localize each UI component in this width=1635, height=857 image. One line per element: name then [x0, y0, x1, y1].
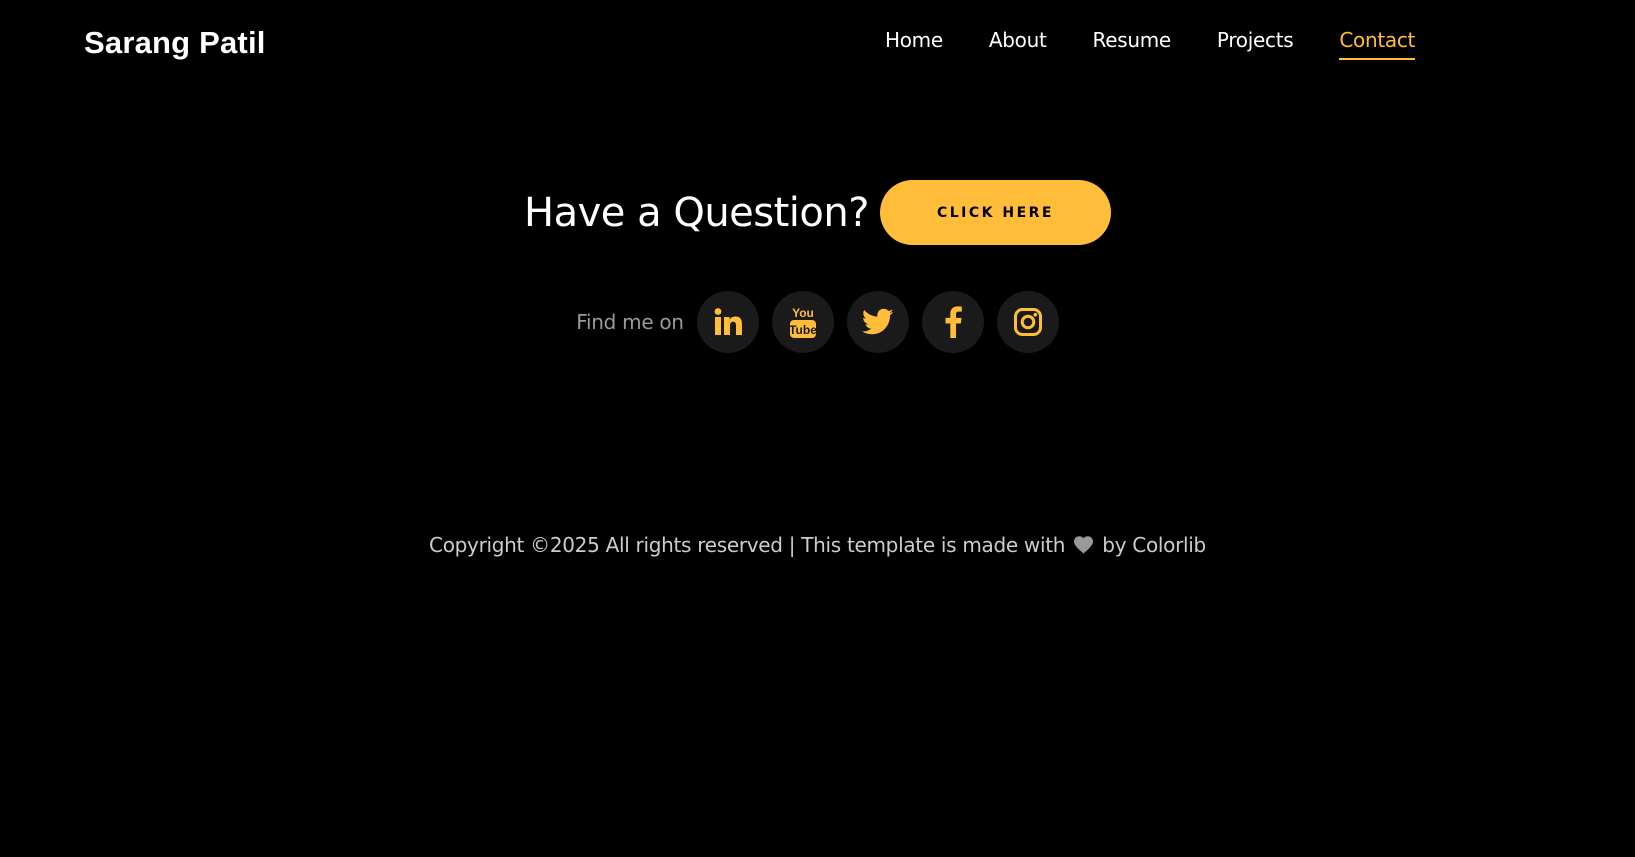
youtube-icon: You Tube: [788, 304, 818, 340]
twitter-link[interactable]: [846, 291, 909, 353]
question-section: Have a Question? CLICK HERE: [0, 180, 1635, 245]
nav-item-resume[interactable]: Resume: [1093, 28, 1172, 60]
click-here-button[interactable]: CLICK HERE: [879, 180, 1111, 245]
brand-logo[interactable]: Sarang Patil: [84, 25, 266, 61]
colorlib-link[interactable]: Colorlib: [1132, 533, 1206, 557]
svg-text:You: You: [792, 306, 814, 320]
nav-item-about[interactable]: About: [989, 28, 1047, 60]
by-text: by: [1102, 533, 1127, 557]
find-me-label: Find me on: [576, 310, 684, 334]
twitter-icon: [861, 308, 894, 336]
question-heading: Have a Question?: [524, 189, 869, 236]
youtube-link[interactable]: You Tube: [771, 291, 834, 353]
instagram-link[interactable]: [996, 291, 1059, 353]
facebook-icon: [944, 306, 962, 338]
copyright-text: Copyright ©2025 All rights reserved | Th…: [429, 533, 1066, 557]
linkedin-icon: [712, 306, 744, 338]
footer-copyright: Copyright ©2025 All rights reserved | Th…: [0, 533, 1635, 559]
heart-icon: [1073, 535, 1094, 559]
instagram-icon: [1013, 307, 1043, 337]
nav-item-contact[interactable]: Contact: [1339, 28, 1415, 60]
nav-item-projects[interactable]: Projects: [1217, 28, 1294, 60]
nav-item-home[interactable]: Home: [885, 28, 943, 60]
social-links: Find me on You Tube: [0, 291, 1635, 353]
page: Sarang Patil Home About Resume Projects …: [0, 0, 1635, 857]
facebook-link[interactable]: [921, 291, 984, 353]
svg-text:Tube: Tube: [789, 323, 817, 337]
linkedin-link[interactable]: [696, 291, 759, 353]
main-nav: Home About Resume Projects Contact: [885, 28, 1461, 60]
